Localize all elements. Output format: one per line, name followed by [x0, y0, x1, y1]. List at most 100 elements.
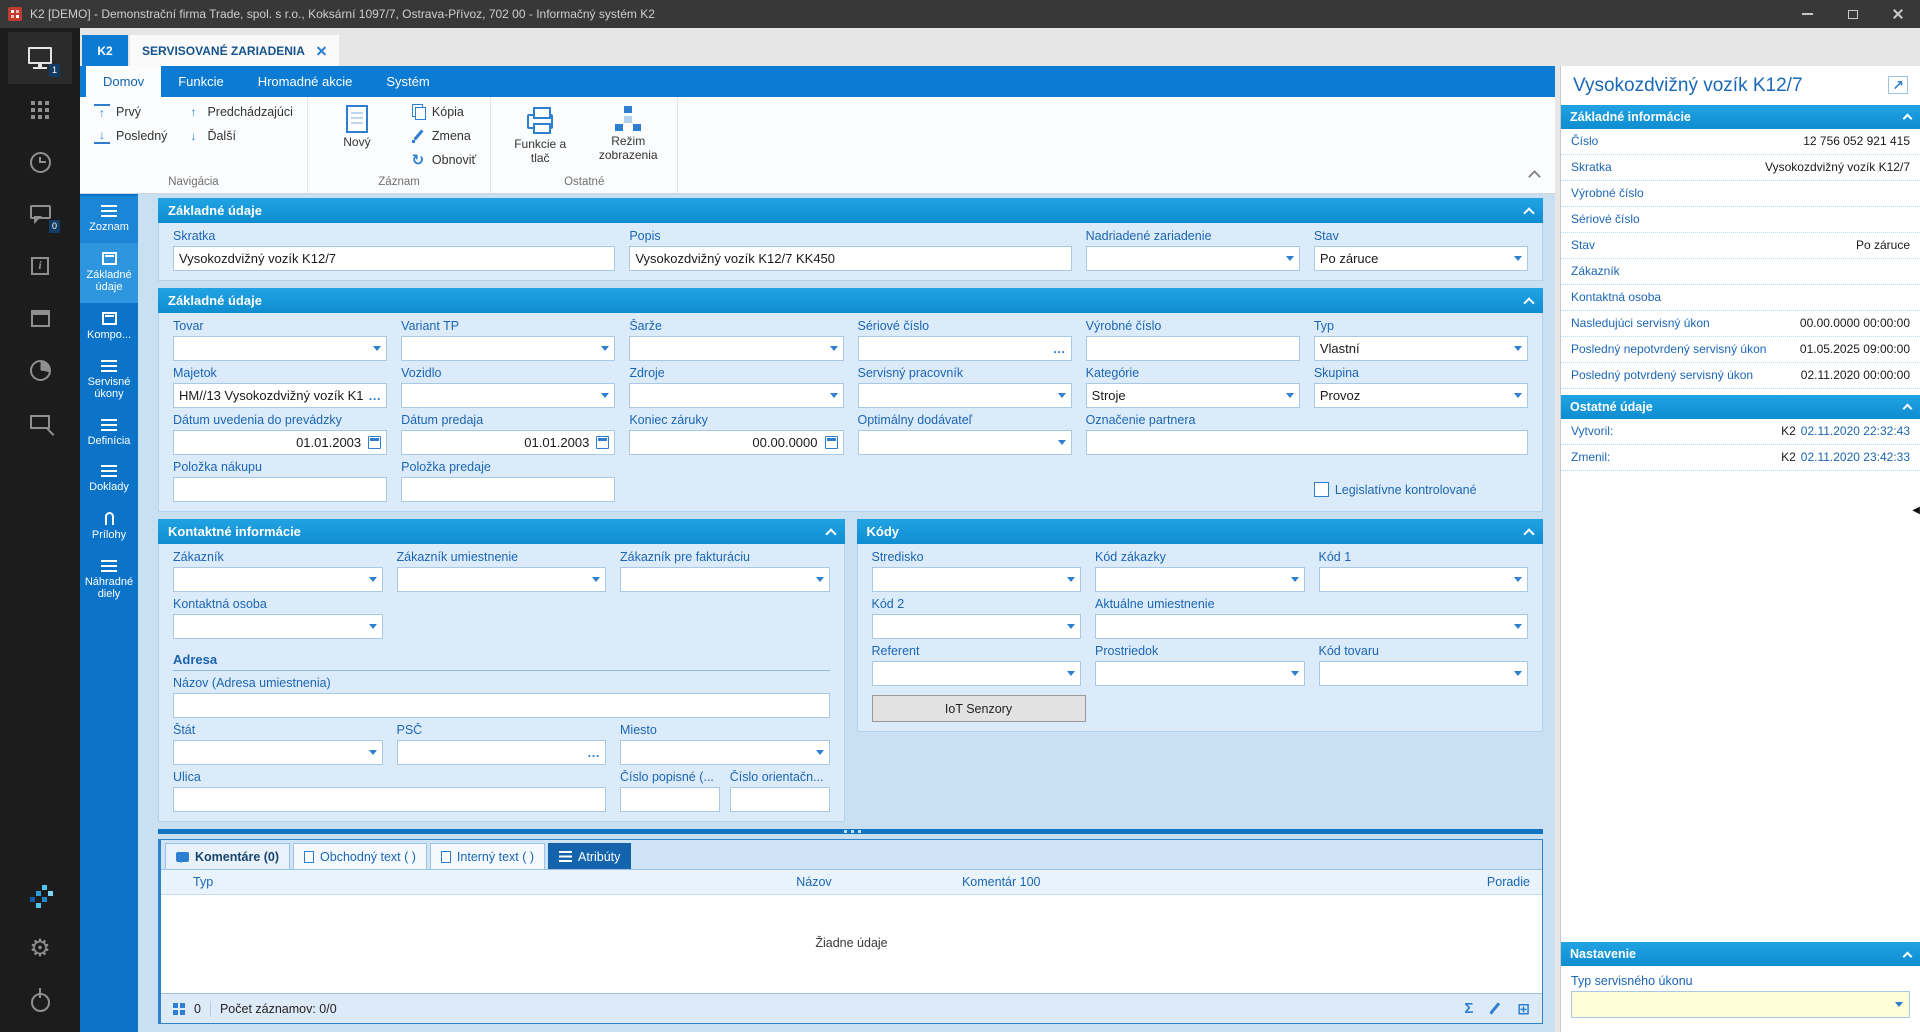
ellipsis-icon[interactable]: …: [368, 389, 381, 402]
dropdown-icon[interactable]: [1067, 577, 1075, 582]
ribbon-collapse-chevron-icon[interactable]: [1528, 170, 1541, 183]
prostriedok-input[interactable]: [1095, 661, 1305, 686]
dropdown-icon[interactable]: [1514, 624, 1522, 629]
referent-input[interactable]: [871, 661, 1081, 686]
collapse-chevron-icon[interactable]: [824, 527, 837, 540]
column-header-nazov[interactable]: Názov: [796, 875, 962, 889]
oznacenie-partnera-input[interactable]: [1085, 430, 1528, 455]
sum-icon[interactable]: Σ: [1464, 1000, 1473, 1017]
calendar-icon[interactable]: [824, 436, 838, 449]
ribbon-tab-hromadne-akcie[interactable]: Hromadné akcie: [241, 66, 370, 97]
side-nav-definicia[interactable]: Definícia: [80, 410, 138, 457]
grid-icon[interactable]: [173, 1002, 185, 1015]
dropdown-icon[interactable]: [1514, 256, 1522, 261]
tovar-input[interactable]: [173, 336, 388, 361]
stat-input[interactable]: [173, 740, 383, 765]
collapse-chevron-icon[interactable]: [1523, 527, 1535, 540]
kod-tovaru-input[interactable]: [1318, 661, 1528, 686]
dropdown-icon[interactable]: [815, 577, 824, 582]
majetok-input[interactable]: HM//13 Vysokozdvižný vozík K1...…: [173, 383, 388, 408]
datum-uvedenia-do-prevadzky-input[interactable]: 01.01.2003: [173, 430, 388, 455]
psc-input[interactable]: …: [396, 740, 606, 765]
doc-tab-k2[interactable]: K2: [82, 35, 128, 66]
edit-icon[interactable]: [1489, 1002, 1501, 1015]
collapse-chevron-icon[interactable]: [1523, 206, 1535, 219]
sarze-input[interactable]: [629, 336, 844, 361]
skupina-input[interactable]: Provoz: [1313, 383, 1528, 408]
dropdown-icon[interactable]: [368, 577, 377, 582]
apps-button[interactable]: [8, 84, 72, 136]
typ-input[interactable]: Vlastní: [1313, 336, 1528, 361]
section-other-header[interactable]: Ostatné údaje: [1561, 394, 1920, 419]
dropdown-icon[interactable]: [1285, 256, 1294, 261]
tab-obchodny-text[interactable]: Obchodný text ( ): [293, 843, 427, 869]
kontaktna-osoba-input[interactable]: [173, 614, 383, 639]
section-settings-header[interactable]: Nastavenie: [1561, 942, 1920, 966]
dropdown-icon[interactable]: [1290, 671, 1299, 676]
service-type-input[interactable]: [1571, 991, 1910, 1018]
posledny-button[interactable]: Posledný: [90, 126, 171, 146]
predchadzajuci-button[interactable]: Predchádzajúci: [181, 102, 296, 122]
reports-button[interactable]: [8, 344, 72, 396]
close-button[interactable]: [1875, 0, 1920, 28]
nazov-adresa-umiestnenia-input[interactable]: [173, 693, 830, 718]
dalsi-button[interactable]: Ďalší: [181, 126, 296, 146]
miesto-input[interactable]: [620, 740, 830, 765]
ribbon-tab-domov[interactable]: Domov: [86, 66, 162, 97]
column-header-typ[interactable]: Typ: [161, 875, 796, 889]
collapse-chevron-icon[interactable]: [1902, 113, 1913, 124]
legislativne-kontrolovane-checkbox[interactable]: Legislatívne kontrolované: [1313, 482, 1477, 497]
ribbon-tab-system[interactable]: Systém: [369, 66, 446, 97]
calendar-icon[interactable]: [596, 436, 610, 449]
side-nav-servisne-ukony[interactable]: Servisné úkony: [80, 351, 138, 410]
side-nav-zoznam[interactable]: Zoznam: [80, 196, 138, 243]
column-header-komentar-100[interactable]: Komentár 100: [962, 875, 1456, 889]
dropdown-icon[interactable]: [368, 750, 377, 755]
dropdown-icon[interactable]: [815, 750, 824, 755]
side-nav-zakladne-udaje[interactable]: Základné údaje: [80, 242, 138, 303]
history-button[interactable]: [8, 136, 72, 188]
cislo-popisne-input[interactable]: [620, 787, 720, 812]
zakaznik-umiestnenie-input[interactable]: [396, 567, 606, 592]
logo-button[interactable]: [8, 870, 72, 922]
table-settings-icon[interactable]: ⊞: [1517, 1000, 1530, 1018]
aktualne-umiestnenie-input[interactable]: [1095, 614, 1528, 639]
funkcie-a-tlac-button[interactable]: Funkcie a tlač: [501, 102, 579, 169]
prvy-button[interactable]: Prvý: [90, 102, 171, 122]
dropdown-icon[interactable]: [592, 577, 600, 582]
dropdown-icon[interactable]: [1895, 1002, 1903, 1007]
minimize-button[interactable]: [1785, 0, 1830, 28]
doc-tab-servisovane-zariadenia[interactable]: SERVISOVANÉ ZARIADENIA: [130, 35, 339, 66]
dropdown-icon[interactable]: [1514, 393, 1522, 398]
messages-button[interactable]: 0: [8, 188, 72, 240]
collapse-chevron-icon[interactable]: [1902, 951, 1913, 961]
open-in-window-icon[interactable]: ↗: [1888, 76, 1908, 94]
dropdown-icon[interactable]: [1057, 440, 1066, 445]
ribbon-tab-funkcie[interactable]: Funkcie: [161, 66, 241, 97]
side-nav-nahradne-diely[interactable]: Náhradné diely: [80, 551, 138, 610]
kod-2-input[interactable]: [871, 614, 1081, 639]
collapse-panel-arrow-icon[interactable]: ◀: [1912, 506, 1920, 516]
close-tab-icon[interactable]: [317, 46, 327, 56]
dropdown-icon[interactable]: [601, 346, 610, 351]
kategorie-input[interactable]: Stroje: [1085, 383, 1300, 408]
skratka-input[interactable]: Vysokozdvižný vozík K12/7: [173, 246, 616, 271]
nadriadene-zariadenie-input[interactable]: [1085, 246, 1300, 271]
stav-input[interactable]: Po záruce: [1313, 246, 1528, 271]
kod-1-input[interactable]: [1318, 567, 1528, 592]
dropdown-icon[interactable]: [829, 346, 838, 351]
maximize-button[interactable]: [1830, 0, 1875, 28]
calendar-button[interactable]: [8, 292, 72, 344]
dropdown-icon[interactable]: [1514, 577, 1522, 582]
polozka-predaje-input[interactable]: [401, 477, 616, 502]
ellipsis-icon[interactable]: …: [587, 746, 600, 759]
kopia-button[interactable]: Kópia: [406, 102, 480, 122]
optimalny-dodavatel-input[interactable]: [857, 430, 1072, 455]
power-button[interactable]: [8, 974, 72, 1026]
zakaznik-input[interactable]: [173, 567, 383, 592]
seriove-cislo-input[interactable]: …: [857, 336, 1072, 361]
section-basic-info-header[interactable]: Základné informácie: [1561, 104, 1920, 129]
side-nav-prilohy[interactable]: Prílohy: [80, 503, 138, 551]
rezim-zobrazenia-button[interactable]: Režim zobrazenia: [589, 102, 667, 166]
variant-tp-input[interactable]: [401, 336, 616, 361]
